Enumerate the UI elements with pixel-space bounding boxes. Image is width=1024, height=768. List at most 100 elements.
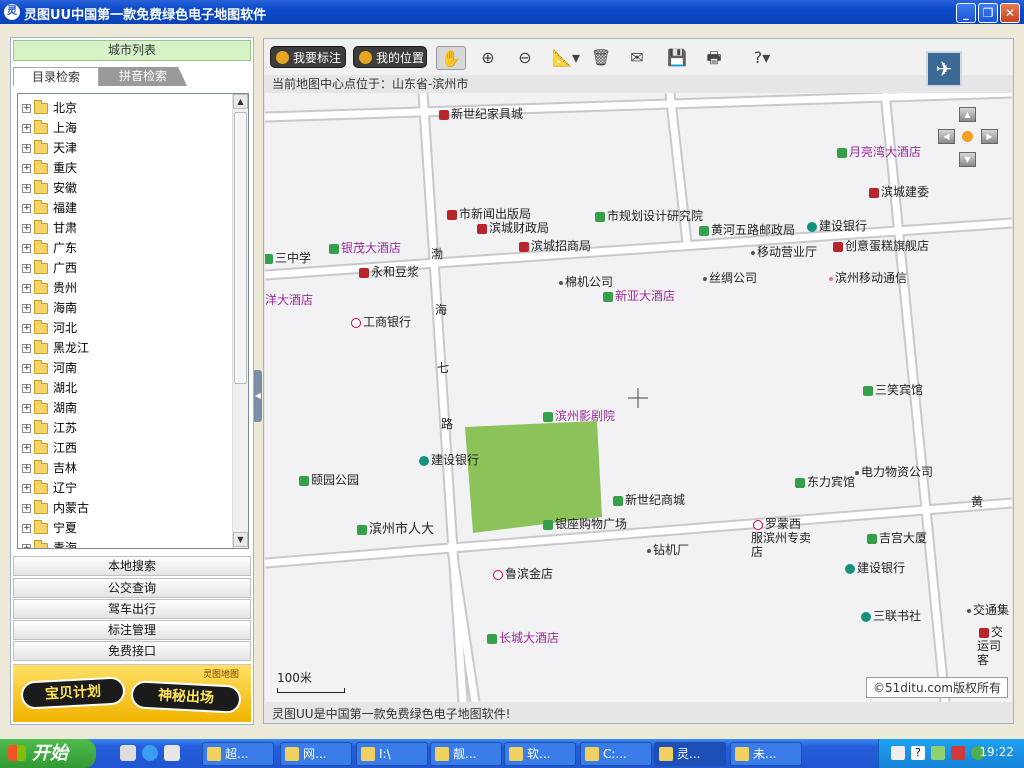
expand-icon[interactable]: + — [22, 403, 31, 413]
my-mark-button[interactable]: 我要标注 — [270, 46, 346, 68]
taskbar-task[interactable]: I:\ — [356, 742, 428, 766]
expand-icon[interactable]: + — [22, 223, 31, 233]
mark-manage-button[interactable]: 标注管理 — [13, 620, 251, 640]
expand-icon[interactable]: + — [22, 103, 31, 113]
map-poi[interactable]: 东力宾馆 — [793, 475, 855, 489]
map-poi[interactable]: 月亮湾大酒店 — [835, 145, 921, 159]
expand-icon[interactable]: + — [22, 203, 31, 213]
help-icon[interactable]: ?▾ — [744, 46, 780, 70]
tree-item[interactable]: + 吉林 — [22, 458, 77, 478]
zoom-in-icon[interactable]: ⊕ — [473, 46, 503, 70]
map-poi[interactable]: 创意蛋糕旗舰店 — [831, 239, 929, 253]
map-poi[interactable]: 交运司客 — [977, 625, 1009, 667]
network-icon[interactable] — [931, 746, 945, 760]
map-poi[interactable]: 新亚大酒店 — [601, 289, 675, 303]
expand-icon[interactable]: + — [22, 443, 31, 453]
map-poi[interactable]: 建设银行 — [417, 453, 479, 467]
tree-item[interactable]: + 江西 — [22, 438, 77, 458]
map-poi[interactable]: 建设银行 — [843, 561, 905, 575]
tree-item[interactable]: + 辽宁 — [22, 478, 77, 498]
zoom-out-icon[interactable]: ⊖ — [510, 46, 540, 70]
map-poi[interactable]: 永和豆浆 — [357, 265, 419, 279]
map-poi[interactable]: 三笑宾馆 — [861, 383, 923, 397]
map-poi[interactable]: 移动营业厅 — [749, 245, 817, 259]
start-button[interactable]: 开始 — [0, 739, 96, 768]
expand-icon[interactable]: + — [22, 463, 31, 473]
taskbar-task[interactable]: 超... — [202, 742, 274, 766]
pan-right-icon[interactable]: ▶ — [981, 129, 998, 144]
map-poi[interactable]: 丝绸公司 — [701, 271, 757, 285]
map-poi[interactable]: 罗蒙西服滨州专卖店 — [751, 517, 811, 559]
map-poi[interactable]: 鲁滨金店 — [491, 567, 553, 581]
map-poi[interactable]: 电力物资公司 — [853, 465, 933, 479]
taskbar-task[interactable]: 未... — [730, 742, 802, 766]
map-poi[interactable]: 吉宫大厦 — [865, 531, 927, 545]
map-poi[interactable]: 交通集 — [965, 603, 1009, 617]
tree-item[interactable]: + 海南 — [22, 298, 77, 318]
expand-icon[interactable]: + — [22, 423, 31, 433]
tree-item[interactable]: + 甘肃 — [22, 218, 77, 238]
expand-icon[interactable]: + — [22, 363, 31, 373]
map-poi[interactable]: 银座购物广场 — [541, 517, 627, 531]
expand-icon[interactable]: + — [22, 163, 31, 173]
scroll-up-icon[interactable]: ▲ — [233, 94, 248, 109]
expand-icon[interactable]: + — [22, 303, 31, 313]
map-poi[interactable]: 黄河五路邮政局 — [697, 223, 795, 237]
map-poi[interactable]: 滨州影剧院 — [541, 409, 615, 423]
tree-item[interactable]: + 青海 — [22, 538, 77, 548]
promo-banner[interactable]: 宝贝计划 神秘出场 灵图地图 — [13, 664, 251, 722]
expand-icon[interactable]: + — [22, 383, 31, 393]
expand-icon[interactable]: + — [22, 523, 31, 533]
map-poi[interactable]: 三联书社 — [859, 609, 921, 623]
expand-icon[interactable]: + — [22, 343, 31, 353]
tree-item[interactable]: + 湖北 — [22, 378, 77, 398]
tree-item[interactable]: + 重庆 — [22, 158, 77, 178]
map-poi[interactable]: 滨州市人大 — [355, 523, 434, 537]
taskbar-task[interactable]: C:... — [580, 742, 652, 766]
tree-scrollbar[interactable]: ▲ ▼ — [232, 94, 248, 548]
scroll-down-icon[interactable]: ▼ — [233, 532, 248, 547]
map-poi[interactable]: 建设银行 — [805, 219, 867, 233]
tree-item[interactable]: + 福建 — [22, 198, 77, 218]
scroll-thumb[interactable] — [234, 112, 247, 384]
tree-item[interactable]: + 河北 — [22, 318, 77, 338]
map-poi[interactable]: 三中学 — [265, 251, 311, 265]
map-poi[interactable]: 滨城财政局 — [475, 221, 549, 235]
desktop-icon[interactable] — [120, 745, 136, 761]
expand-icon[interactable]: + — [22, 503, 31, 513]
tree-item[interactable]: + 江苏 — [22, 418, 77, 438]
expand-icon[interactable]: + — [22, 243, 31, 253]
local-search-button[interactable]: 本地搜索 — [13, 556, 251, 576]
maximize-button[interactable]: ❐ — [978, 3, 998, 23]
tree-item[interactable]: + 内蒙古 — [22, 498, 89, 518]
tree-item[interactable]: + 北京 — [22, 98, 77, 118]
map-poi[interactable]: 钻机厂 — [645, 543, 689, 557]
tab-directory-search[interactable]: 目录检索 — [13, 67, 99, 86]
print-icon[interactable]: 🖶 — [699, 46, 729, 70]
free-api-button[interactable]: 免费接口 — [13, 641, 251, 661]
tree-item[interactable]: + 广西 — [22, 258, 77, 278]
driving-button[interactable]: 驾车出行 — [13, 599, 251, 619]
mail-icon[interactable]: ✉ — [622, 46, 652, 70]
bus-query-button[interactable]: 公交查询 — [13, 578, 251, 598]
map-poi[interactable]: 滨城建委 — [867, 185, 929, 199]
tree-item[interactable]: + 宁夏 — [22, 518, 77, 538]
pan-center-icon[interactable] — [962, 131, 973, 142]
taskbar-task[interactable]: 网... — [280, 742, 352, 766]
minimize-button[interactable]: _ — [956, 3, 976, 23]
expand-icon[interactable]: + — [22, 143, 31, 153]
explorer-icon[interactable] — [164, 745, 180, 761]
tree-item[interactable]: + 湖南 — [22, 398, 77, 418]
taskbar-task[interactable]: 灵... — [654, 742, 726, 766]
map-poi[interactable]: 工商银行 — [349, 315, 411, 329]
taskbar-task[interactable]: 软... — [504, 742, 576, 766]
tab-pinyin-search[interactable]: 拼音检索 — [99, 67, 187, 86]
map-poi[interactable]: 滨城招商局 — [517, 239, 591, 253]
antivirus-icon[interactable] — [951, 746, 965, 760]
close-button[interactable]: ✕ — [1000, 3, 1020, 23]
delete-icon[interactable]: 🗑 — [586, 46, 616, 70]
map-poi[interactable]: 滨州移动通信 — [827, 271, 907, 285]
map-poi[interactable]: 新世纪商城 — [611, 493, 685, 507]
pan-down-icon[interactable]: ▼ — [959, 152, 976, 167]
tree-item[interactable]: + 贵州 — [22, 278, 77, 298]
